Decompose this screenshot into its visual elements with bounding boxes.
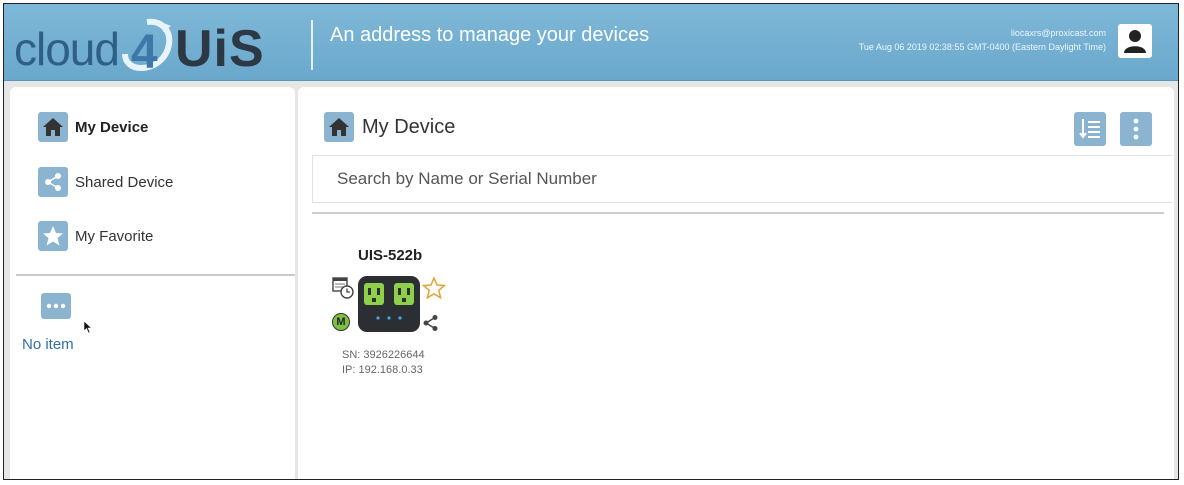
more-button[interactable] [41, 293, 71, 319]
empty-list-text: No item [22, 336, 74, 353]
device-ip-address: IP: 192.168.0.33 [342, 364, 423, 376]
mode-badge: M [332, 313, 350, 331]
favorite-star-icon[interactable] [422, 276, 446, 300]
session-datetime: Tue Aug 06 2019 02:38:55 GMT-0400 (Easte… [858, 42, 1106, 52]
device-card[interactable]: UIS-522b M SN: 3926226644 IP: 192.168.0.… [332, 242, 452, 382]
sort-list-button[interactable] [1074, 112, 1106, 146]
header-divider [311, 20, 313, 70]
star-icon [38, 221, 68, 251]
logo-digit-mark: 4 [121, 18, 173, 76]
sidebar-item-my-device[interactable]: My Device [38, 109, 148, 145]
schedule-icon[interactable] [332, 277, 354, 299]
logo-suffix: UiS [174, 20, 265, 78]
app-window: cloud 4 UiS An address to manage your de… [3, 3, 1179, 480]
sidebar-item-my-favorite[interactable]: My Favorite [38, 218, 153, 254]
device-name: UIS-522b [358, 247, 423, 264]
power-strip-image [358, 276, 420, 332]
page-title: My Device [362, 115, 456, 138]
page-title-group: My Device [324, 112, 455, 142]
sidebar-item-label: My Favorite [75, 227, 154, 245]
user-email[interactable]: liocaxrs@proxicast.com [859, 26, 1106, 40]
sidebar-item-shared-device[interactable]: Shared Device [38, 164, 173, 200]
sidebar: My Device Shared Device My Favorite No i… [10, 87, 295, 479]
main-panel: My Device UIS-522b [298, 87, 1174, 479]
content-divider [312, 212, 1164, 214]
sidebar-item-label: My Device [75, 118, 149, 136]
logo-digit: 4 [131, 26, 158, 76]
vertical-dots-icon [1133, 118, 1139, 140]
logo-prefix: cloud [14, 23, 120, 75]
user-info: liocaxrs@proxicast.com Tue Aug 06 2019 0… [859, 26, 1106, 54]
share-device-icon[interactable] [422, 314, 440, 332]
sidebar-divider [16, 274, 295, 276]
home-icon [324, 112, 354, 142]
header-bar: cloud 4 UiS An address to manage your de… [4, 4, 1178, 81]
device-serial-number: SN: 3926226644 [342, 349, 425, 361]
kebab-menu-button[interactable] [1120, 112, 1152, 146]
user-avatar-button[interactable] [1118, 24, 1152, 58]
tagline: An address to manage your devices [330, 24, 650, 46]
logo[interactable]: cloud 4 UiS [14, 14, 265, 76]
mouse-cursor-icon [83, 320, 93, 334]
sidebar-item-label: Shared Device [75, 173, 174, 191]
search-input[interactable] [312, 155, 1172, 203]
user-icon [1124, 30, 1146, 53]
share-icon [38, 167, 68, 197]
more-icon [46, 303, 66, 309]
home-icon [38, 112, 68, 142]
mode-badge-label: M [336, 316, 346, 328]
sort-list-icon [1079, 119, 1100, 139]
